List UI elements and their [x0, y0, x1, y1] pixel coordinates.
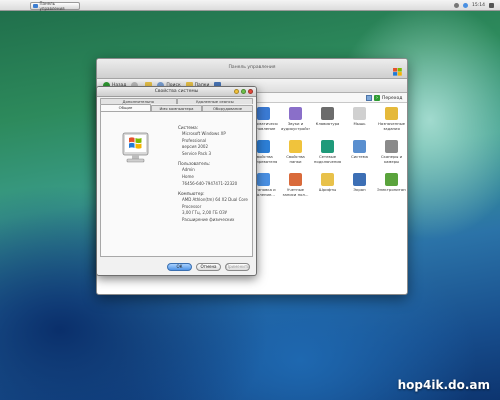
clock[interactable]: 15:14: [472, 3, 485, 8]
user-organization: Home: [182, 173, 194, 179]
mouse-icon: [353, 107, 366, 120]
control-panel-item-label: Шрифты: [318, 188, 337, 192]
system-tray: 15:14: [454, 1, 494, 10]
ok-button[interactable]: ОК: [167, 263, 192, 271]
display-icon: [353, 173, 366, 186]
system-icon: [353, 140, 366, 153]
control-panel-item[interactable]: Сканеры и камеры: [377, 140, 406, 164]
dialog-title: Свойства системы: [154, 89, 199, 94]
control-panel-item[interactable]: Шрифты: [313, 173, 342, 197]
control-panel-item[interactable]: Сетевые подключения: [313, 140, 342, 164]
network-tray-icon[interactable]: [463, 3, 469, 8]
go-arrow-icon: ›: [374, 95, 380, 101]
control-panel-item-label: Свойства папки: [286, 155, 305, 164]
keyboard-icon: [321, 107, 334, 120]
camera-icon: [385, 140, 398, 153]
control-panel-item-label: Электропитание: [377, 188, 406, 192]
maximize-button[interactable]: [241, 89, 246, 94]
control-panel-item[interactable]: Звуки и аудиоустройства: [281, 107, 310, 131]
dialog-buttons: ОК Отмена Применить: [167, 263, 250, 271]
control-panel-titlebar[interactable]: Панель управления: [97, 59, 407, 79]
system-properties-dialog: Свойства системы Дополнительно Удаленные…: [96, 86, 257, 276]
cpu-type: Processor: [182, 203, 202, 209]
control-panel-item-label: Сетевые подключения: [313, 155, 342, 164]
taskbar-button-label: Панель управления: [39, 1, 65, 11]
top-menubar: Панель управления 15:14: [0, 0, 500, 11]
go-button[interactable]: › Переход: [366, 94, 404, 102]
watermark: hop4ik.do.am: [397, 378, 490, 392]
taskbar-control-panel-button[interactable]: Панель управления: [30, 1, 80, 11]
dialog-titlebar[interactable]: Свойства системы: [97, 87, 256, 97]
window-title: Панель управления: [228, 65, 276, 70]
window-controls: [234, 89, 253, 94]
control-panel-item-label: Звуки и аудиоустройства: [281, 122, 310, 131]
users-icon: [289, 173, 302, 186]
control-panel-item-label: Назначенные задания: [378, 122, 405, 131]
control-panel-item[interactable]: Учетные записи пол...: [281, 173, 310, 197]
globe-icon: [257, 140, 270, 153]
close-button[interactable]: [248, 89, 253, 94]
control-panel-item[interactable]: Свойства папки: [281, 140, 310, 164]
control-panel-item[interactable]: Мышь: [345, 107, 374, 131]
os-version: версия 2002: [182, 144, 209, 150]
speaker-icon: [289, 107, 302, 120]
os-edition: Professional: [182, 137, 207, 143]
folder-icon: [289, 140, 302, 153]
spotlight-icon[interactable]: [489, 3, 494, 8]
apple-menu-icon[interactable]: [5, 1, 13, 9]
windows-logo-icon: [393, 68, 402, 76]
control-panel-item-label: Система: [351, 155, 368, 159]
os-name: Microsoft Windows XP: [182, 131, 226, 136]
pae-info: Расширение физических: [182, 216, 235, 222]
control-panel-icon: [33, 4, 38, 8]
windows-monitor-icon: [122, 132, 149, 163]
power-icon: [385, 173, 398, 186]
dropdown-icon: [366, 95, 372, 101]
general-tab-panel: Система: Microsoft Windows XP Profession…: [100, 111, 253, 257]
install-icon: [257, 173, 270, 186]
control-panel-item-label: Экран: [353, 188, 366, 192]
apply-button[interactable]: Применить: [225, 263, 250, 271]
system-info: Система: Microsoft Windows XP Profession…: [178, 121, 252, 224]
control-panel-items: Автоматическое обновлениеЗвуки и аудиоус…: [249, 105, 407, 197]
tab-remote[interactable]: Удаленные сеансы: [176, 98, 253, 104]
control-panel-item[interactable]: Электропитание: [377, 173, 406, 197]
fonts-icon: [321, 173, 334, 186]
update-icon: [257, 107, 270, 120]
control-panel-item-label: Учетные записи пол...: [282, 188, 309, 197]
cpu-speed-ram: 3,00 ГГц, 2,00 ГБ ОЗУ: [182, 210, 228, 216]
minimize-button[interactable]: [234, 89, 239, 94]
control-panel-item-label: Клавиатура: [315, 122, 340, 126]
control-panel-item-label: Мышь: [353, 122, 366, 126]
tabs-row-bottom: Общие Имя компьютера Оборудование: [97, 104, 256, 111]
product-id: 76456-640-7947471-22320: [182, 180, 238, 186]
user-name: Admin: [182, 167, 195, 173]
control-panel-item-label: Сканеры и камеры: [380, 155, 403, 164]
control-panel-item[interactable]: Клавиатура: [313, 107, 342, 131]
cancel-button[interactable]: Отмена: [196, 263, 221, 271]
tasks-icon: [385, 107, 398, 120]
control-panel-item[interactable]: Назначенные задания: [377, 107, 406, 131]
cpu-name: AMD Athlon(tm) 64 X2 Dual Core: [182, 197, 248, 203]
volume-icon[interactable]: [454, 3, 460, 8]
control-panel-item[interactable]: Экран: [345, 173, 374, 197]
os-service-pack: Service Pack 3: [182, 150, 212, 156]
control-panel-item[interactable]: Система: [345, 140, 374, 164]
tabs-row-top: Дополнительно Удаленные сеансы: [97, 97, 256, 104]
network-icon: [321, 140, 334, 153]
tab-general[interactable]: Общие: [100, 104, 151, 111]
